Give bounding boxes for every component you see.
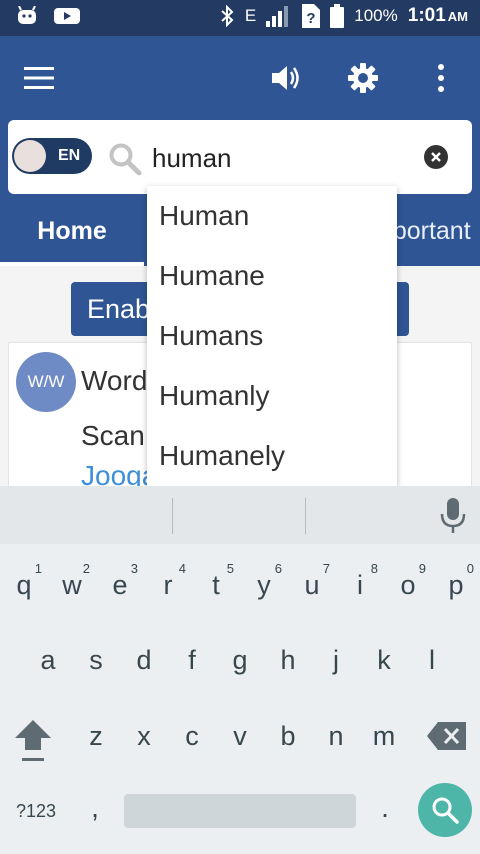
key-h[interactable]: h (264, 632, 312, 688)
key-hint: 2 (82, 561, 90, 576)
key-x[interactable]: x (120, 708, 168, 764)
network-type: E (244, 6, 257, 25)
battery-percent: 100% (354, 6, 398, 25)
key-d[interactable]: d (120, 632, 168, 688)
key-r[interactable]: r4 (144, 557, 192, 613)
clock-ampm: AM (447, 9, 468, 24)
volume-icon (272, 66, 299, 90)
key-hint: 7 (322, 561, 330, 576)
suggestion-divider (305, 498, 306, 534)
tab-important-label: mportant (396, 216, 471, 245)
tab-home[interactable]: Home (0, 200, 144, 262)
key-hint: 4 (178, 561, 186, 576)
suggestion-item[interactable]: Humane (147, 246, 397, 306)
symbols-key[interactable]: ?123 (8, 796, 64, 826)
key-y[interactable]: y6 (240, 557, 288, 613)
more-icon (438, 64, 444, 92)
key-q[interactable]: q1 (0, 557, 48, 613)
key-hint: 8 (370, 561, 378, 576)
key-m[interactable]: m (360, 708, 408, 764)
suggestion-item[interactable]: Humanly (147, 366, 397, 426)
suggestion-dropdown: Human Humane Humans Humanly Humanely (147, 186, 397, 486)
tab-important[interactable]: mportant (396, 200, 480, 262)
signal-icon (266, 6, 289, 27)
key-o[interactable]: o9 (384, 557, 432, 613)
key-a[interactable]: a (24, 632, 72, 688)
toggle-knob (14, 140, 46, 172)
backspace-icon[interactable] (426, 720, 468, 752)
key-n[interactable]: n (312, 708, 360, 764)
card-title: Word (81, 365, 148, 396)
key-period[interactable]: . (370, 788, 400, 828)
clear-icon (431, 152, 441, 162)
language-toggle[interactable]: EN (12, 138, 92, 174)
clock-time: 1:01 (407, 5, 446, 26)
youtube-icon (54, 8, 80, 24)
bluetooth-icon (221, 5, 234, 27)
key-c[interactable]: c (168, 708, 216, 764)
speak-button[interactable] (266, 58, 306, 98)
key-hint: 6 (274, 561, 282, 576)
key-v[interactable]: v (216, 708, 264, 764)
key-s[interactable]: s (72, 632, 120, 688)
menu-icon (24, 67, 54, 89)
clear-search-button[interactable] (424, 145, 448, 169)
key-hint: 3 (130, 561, 138, 576)
keyboard-suggestion-strip (0, 486, 480, 544)
key-hint: 0 (466, 561, 474, 576)
key-u[interactable]: u7 (288, 557, 336, 613)
settings-icon (348, 63, 378, 93)
svg-text:?: ? (307, 10, 316, 27)
app-bar (0, 36, 480, 120)
key-hint: 1 (34, 561, 42, 576)
key-w[interactable]: w2 (48, 557, 96, 613)
key-k[interactable]: k (360, 632, 408, 688)
key-hint: 5 (226, 561, 234, 576)
key-f[interactable]: f (168, 632, 216, 688)
language-label: EN (58, 147, 81, 164)
search-go-button[interactable] (418, 783, 472, 837)
more-options-button[interactable] (421, 58, 461, 98)
key-l[interactable]: l (408, 632, 456, 688)
search-icon (109, 143, 142, 176)
mic-icon[interactable] (438, 498, 468, 534)
battery-icon (330, 4, 345, 28)
sim-unknown-icon: ? (302, 4, 321, 28)
key-g[interactable]: g (216, 632, 264, 688)
avatar: W/W (16, 352, 76, 412)
key-p[interactable]: p0 (432, 557, 480, 613)
key-i[interactable]: i8 (336, 557, 384, 613)
search-input[interactable] (152, 138, 412, 178)
suggestion-item[interactable]: Humanely (147, 426, 397, 486)
status-bar: E ? 100% 1:01 AM (0, 0, 480, 36)
android-icon (18, 6, 36, 24)
space-bar[interactable] (124, 794, 356, 828)
key-b[interactable]: b (264, 708, 312, 764)
suggestion-item[interactable]: Humans (147, 306, 397, 366)
key-j[interactable]: j (312, 632, 360, 688)
key-t[interactable]: t5 (192, 557, 240, 613)
menu-button[interactable] (19, 58, 59, 98)
key-comma[interactable]: , (80, 788, 110, 828)
card-subtitle: Scan (81, 420, 145, 451)
settings-button[interactable] (343, 58, 383, 98)
suggestion-divider (172, 498, 173, 534)
key-z[interactable]: z (72, 708, 120, 764)
shift-icon[interactable] (12, 716, 54, 764)
search-icon (432, 797, 459, 824)
suggestion-item[interactable]: Human (147, 186, 397, 246)
key-hint: 9 (418, 561, 426, 576)
key-e[interactable]: e3 (96, 557, 144, 613)
